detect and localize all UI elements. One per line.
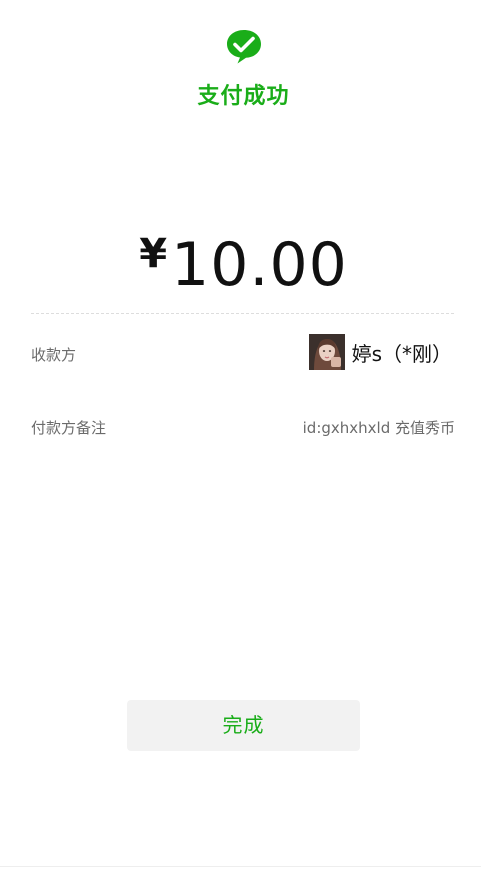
bottom-divider xyxy=(0,866,481,867)
done-button[interactable]: 完成 xyxy=(127,700,360,751)
memo-label: 付款方备注 xyxy=(31,419,107,437)
memo-value: id:gxhxhxld 充值秀币 xyxy=(302,419,455,437)
payment-amount: ¥10.00 xyxy=(0,230,481,300)
dashed-divider xyxy=(31,313,454,314)
payee-info: 婷s（*刚） xyxy=(308,334,452,370)
payee-name: 婷s（*刚） xyxy=(351,341,452,366)
currency-symbol: ¥ xyxy=(139,231,168,277)
wechat-pay-success-icon xyxy=(225,27,263,65)
payment-status-title: 支付成功 xyxy=(197,84,290,109)
payee-avatar xyxy=(308,334,345,370)
amount-value: 10.00 xyxy=(171,230,348,300)
payee-label: 收款方 xyxy=(31,346,77,364)
